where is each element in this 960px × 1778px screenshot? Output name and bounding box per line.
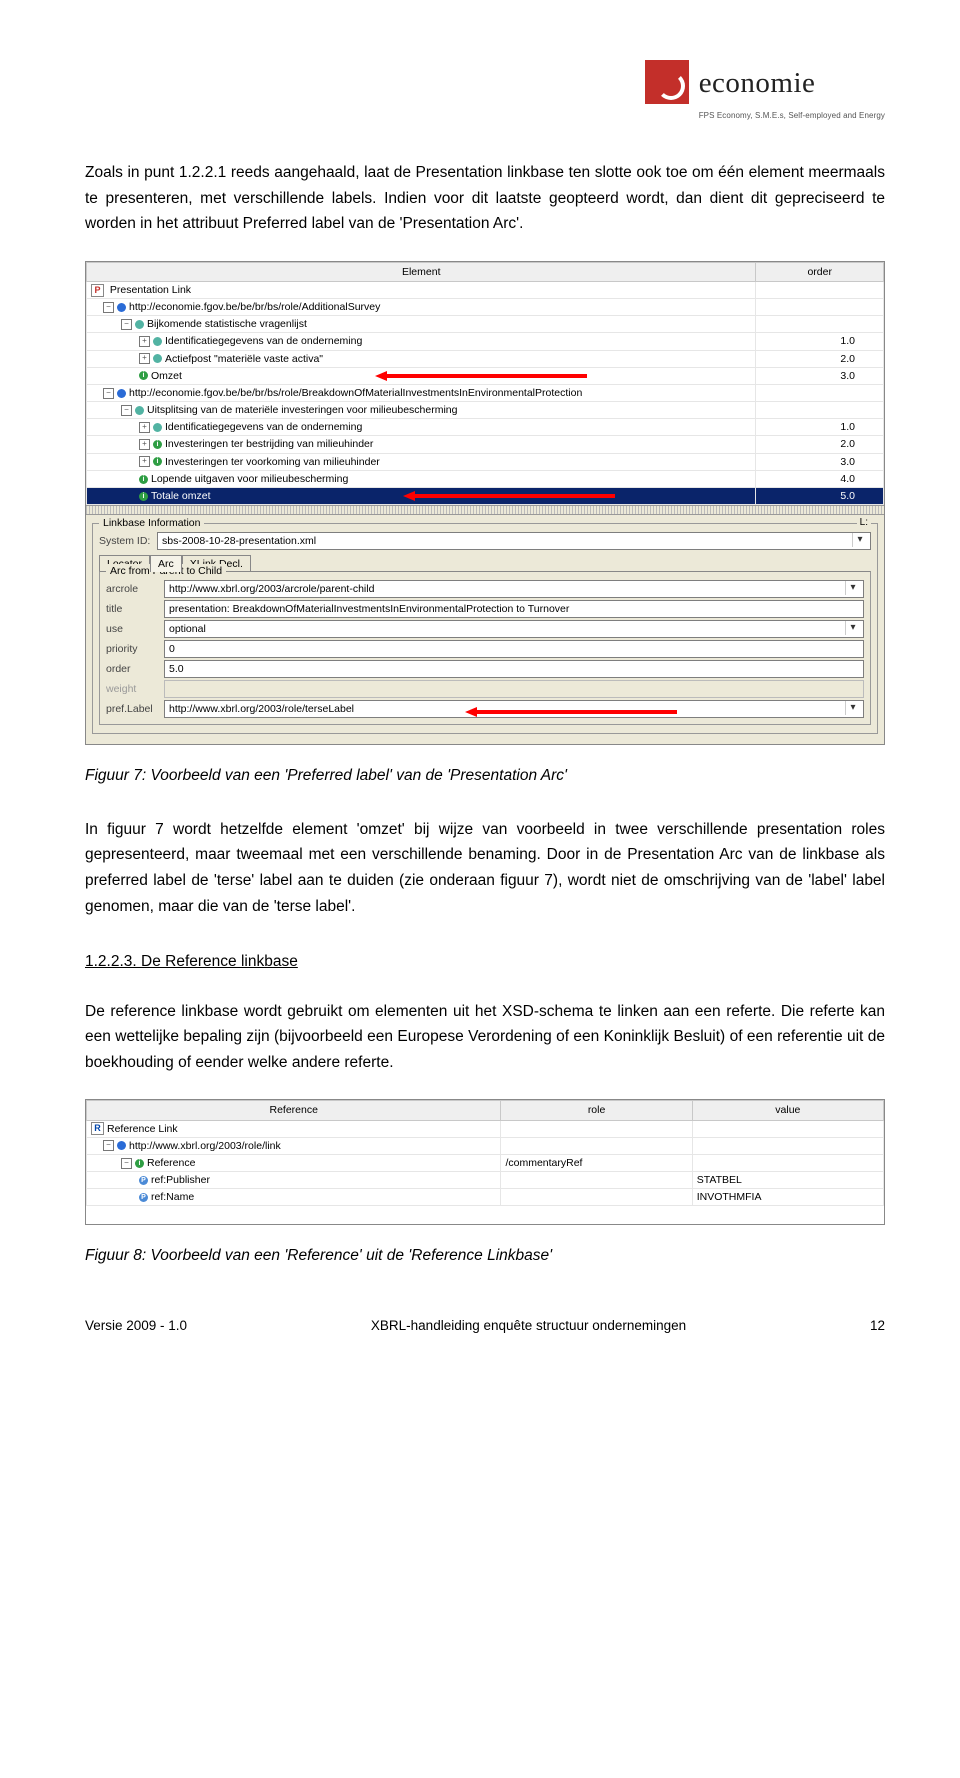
expand-icon[interactable]: + [139, 422, 150, 433]
figure8-caption: Figuur 8: Voorbeeld van een 'Reference' … [85, 1243, 885, 1269]
system-id-field[interactable]: sbs-2008-10-28-presentation.xml [157, 532, 871, 550]
logo-name: economie [699, 60, 885, 108]
presentation-link-icon: P [91, 284, 104, 297]
table-row[interactable]: −Uitsplitsing van de materiële investeri… [87, 402, 884, 419]
priority-field[interactable]: 0 [164, 640, 864, 658]
priority-label: priority [106, 642, 164, 656]
figure7-caption: Figuur 7: Voorbeeld van een 'Preferred l… [85, 763, 885, 789]
role-icon [117, 389, 126, 398]
order-field[interactable]: 5.0 [164, 660, 864, 678]
logo-tagline: FPS Economy, S.M.E.s, Self-employed and … [699, 109, 885, 122]
page-footer: Versie 2009 - 1.0 XBRL-handleiding enquê… [85, 1315, 885, 1337]
red-arrow-icon [477, 710, 677, 714]
red-arrow-icon [387, 374, 587, 378]
order-label: order [106, 662, 164, 676]
abstract-icon [153, 423, 162, 432]
red-arrow-icon [465, 707, 477, 717]
col-order: order [756, 262, 884, 281]
col-role: role [501, 1101, 692, 1120]
item-icon: i [139, 371, 148, 380]
figure-7-screenshot: Element order P Presentation Link −http:… [85, 261, 885, 746]
logo-text: economie FPS Economy, S.M.E.s, Self-empl… [699, 60, 885, 122]
table-row[interactable]: −http://economie.fgov.be/be/br/bs/role/A… [87, 299, 884, 316]
table-row[interactable]: Pref:NameINVOTHMFIA [87, 1189, 884, 1206]
item-icon: i [139, 492, 148, 501]
red-arrow-icon [403, 491, 415, 501]
expand-icon[interactable]: + [139, 353, 150, 364]
item-icon: i [139, 475, 148, 484]
item-icon: i [135, 1159, 144, 1168]
weight-label: weight [106, 682, 164, 696]
figure-8-screenshot: Reference role value RReference Link −ht… [85, 1099, 885, 1225]
arcrole-label: arcrole [106, 582, 164, 596]
red-arrow-icon [375, 371, 387, 381]
arc-title-field[interactable]: presentation: BreakdownOfMaterialInvestm… [164, 600, 864, 618]
preflabel-field[interactable]: http://www.xbrl.org/2003/role/terseLabel [164, 700, 864, 718]
arcrole-field[interactable]: http://www.xbrl.org/2003/arcrole/parent-… [164, 580, 864, 598]
system-id-label: System ID: [99, 534, 157, 548]
tree-root[interactable]: RReference Link [87, 1120, 501, 1137]
footer-version: Versie 2009 - 1.0 [85, 1315, 187, 1337]
table-row[interactable]: +iInvesteringen ter voorkoming van milie… [87, 453, 884, 470]
expand-icon[interactable]: − [121, 405, 132, 416]
use-field[interactable]: optional [164, 620, 864, 638]
footer-title: XBRL-handleiding enquête structuur onder… [371, 1315, 686, 1337]
footer-page-number: 12 [870, 1315, 885, 1337]
abstract-icon [135, 406, 144, 415]
expand-icon[interactable]: + [139, 336, 150, 347]
arc-title-label: title [106, 602, 164, 616]
role-icon [117, 303, 126, 312]
table-row[interactable]: −Bijkomende statistische vragenlijst [87, 316, 884, 333]
expand-icon[interactable]: − [103, 1140, 114, 1151]
table-row[interactable]: +Identificatiegegevens van de ondernemin… [87, 333, 884, 350]
expand-icon[interactable]: − [121, 319, 132, 330]
table-row-selected[interactable]: iTotale omzet 5.0 [87, 487, 884, 504]
reference-link-icon: R [91, 1122, 104, 1135]
paragraph-3: De reference linkbase wordt gebruikt om … [85, 999, 885, 1076]
abstract-icon [153, 337, 162, 346]
expand-icon[interactable]: − [103, 388, 114, 399]
col-value: value [692, 1101, 883, 1120]
expand-icon[interactable]: + [139, 439, 150, 450]
expand-icon[interactable]: + [139, 456, 150, 467]
col-reference: Reference [87, 1101, 501, 1120]
role-icon [117, 1141, 126, 1150]
abstract-icon [153, 354, 162, 363]
expand-icon[interactable]: − [103, 302, 114, 313]
reference-tree-table: Reference role value RReference Link −ht… [86, 1100, 884, 1224]
part-icon: P [139, 1193, 148, 1202]
item-icon: i [153, 457, 162, 466]
abstract-icon [135, 320, 144, 329]
weight-field [164, 680, 864, 698]
table-row[interactable]: +iInvesteringen ter bestrijding van mili… [87, 436, 884, 453]
item-icon: i [153, 440, 162, 449]
part-icon: P [139, 1176, 148, 1185]
table-row[interactable]: Pref:PublisherSTATBEL [87, 1172, 884, 1189]
table-row[interactable]: iLopende uitgaven voor milieubescherming… [87, 470, 884, 487]
linkbase-info-title: Linkbase Information [103, 516, 200, 530]
section-heading: 1.2.2.3. De Reference linkbase [85, 949, 885, 975]
paragraph-2: In figuur 7 wordt hetzelfde element 'omz… [85, 817, 885, 919]
preflabel-label: pref.Label [106, 702, 164, 716]
red-arrow-icon [415, 494, 615, 498]
logo-mark-icon [645, 60, 689, 104]
use-label: use [106, 622, 164, 636]
table-row[interactable]: −iReference/commentaryRef [87, 1154, 884, 1171]
table-row[interactable]: −http://www.xbrl.org/2003/role/link [87, 1137, 884, 1154]
presentation-tree-table: Element order P Presentation Link −http:… [86, 262, 884, 505]
panel-label-right: L: [857, 516, 871, 530]
splitter-handle[interactable] [86, 505, 884, 515]
table-row[interactable]: +Actiefpost "materiële vaste activa"2.0 [87, 350, 884, 367]
tree-root[interactable]: P Presentation Link [87, 281, 756, 298]
brand-logo: economie FPS Economy, S.M.E.s, Self-empl… [85, 60, 885, 122]
table-row[interactable]: −http://economie.fgov.be/be/br/bs/role/B… [87, 384, 884, 401]
table-row[interactable]: +Identificatiegegevens van de ondernemin… [87, 419, 884, 436]
paragraph-1: Zoals in punt 1.2.2.1 reeds aangehaald, … [85, 160, 885, 237]
col-element: Element [87, 262, 756, 281]
table-row[interactable]: iOmzet 3.0 [87, 367, 884, 384]
tab-arc[interactable]: Arc [150, 555, 182, 572]
expand-icon[interactable]: − [121, 1158, 132, 1169]
